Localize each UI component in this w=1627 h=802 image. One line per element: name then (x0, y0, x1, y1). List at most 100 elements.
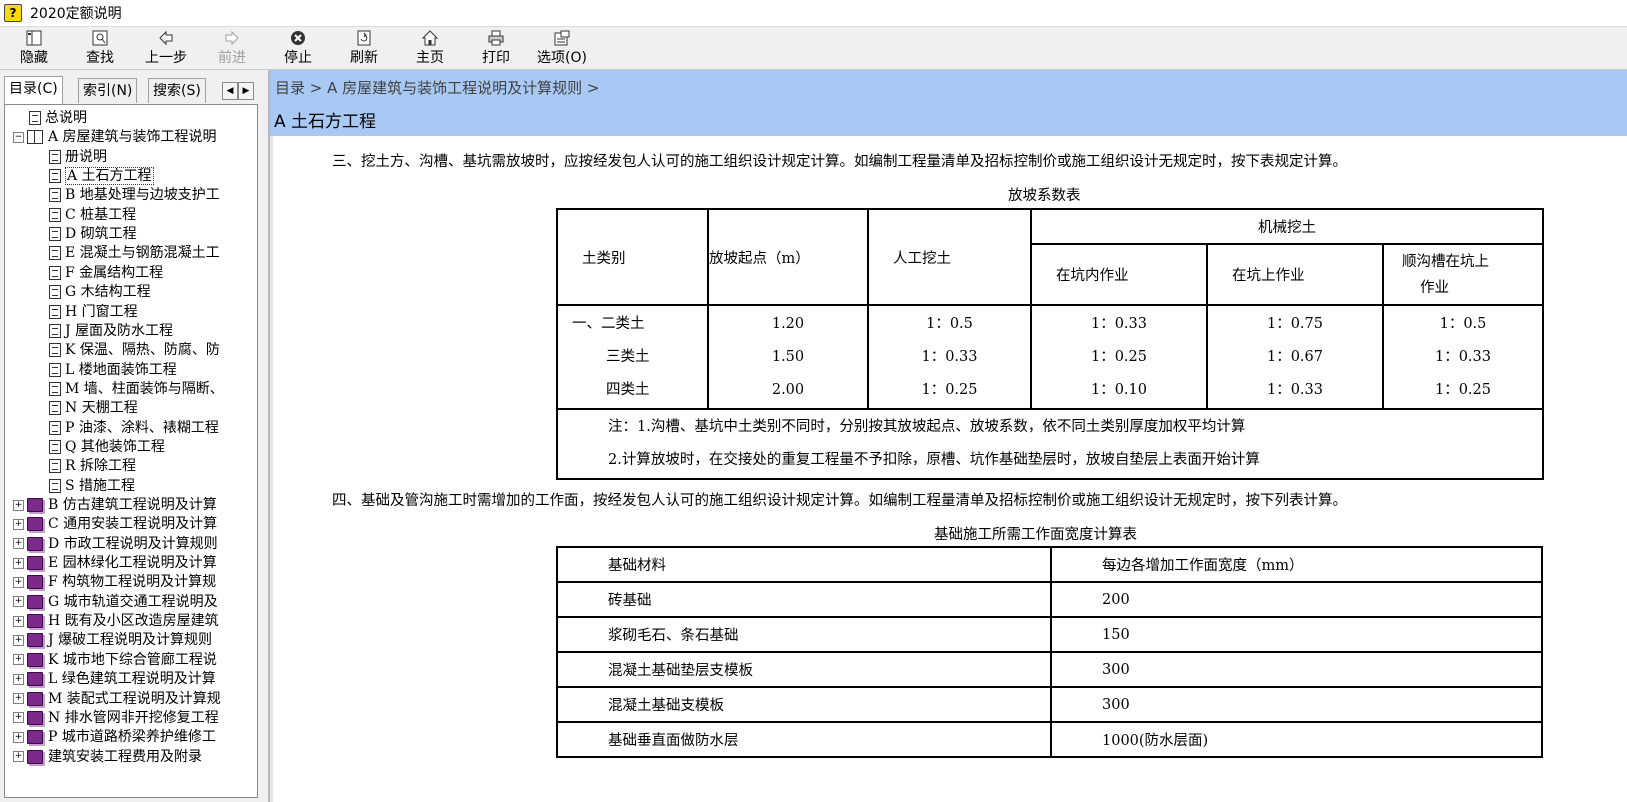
tab-contents[interactable]: 目录(C) (4, 76, 63, 104)
tree-node[interactable]: + P 城市道路桥梁养护维修工 (13, 728, 216, 747)
print-button[interactable]: 打印 (464, 27, 528, 69)
content-header: 目录 > A 房屋建筑与装饰工程说明及计算规则 > A 土石方工程 (270, 70, 1627, 136)
tree-node[interactable]: 总说明 (29, 109, 87, 128)
expand-icon[interactable]: + (13, 615, 24, 627)
tree-node[interactable]: S 措施工程 (49, 477, 135, 496)
collapse-icon[interactable]: − (13, 131, 24, 143)
tree-node-label: D 砌筑工程 (65, 226, 137, 243)
tab-search[interactable]: 搜索(S) (148, 78, 206, 103)
hide-button[interactable]: 隐藏 (2, 27, 66, 69)
header-in-pit: 在坑内作业 (1030, 243, 1208, 306)
book-icon (27, 556, 43, 571)
options-button[interactable]: 选项(O) (530, 27, 594, 69)
tree-node[interactable]: + B 仿古建筑工程说明及计算 (13, 496, 217, 515)
tree-node[interactable]: L 楼地面装饰工程 (49, 361, 177, 380)
tree-node[interactable]: M 墙、柱面装饰与隔断、 (49, 380, 224, 399)
tree-node[interactable]: + K 城市地下综合管廊工程说 (13, 651, 217, 670)
tree-node[interactable]: + H 既有及小区改造房屋建筑 (13, 612, 219, 631)
tree-node-label: 册说明 (65, 148, 107, 165)
page-icon (49, 188, 61, 203)
page-icon (49, 207, 61, 222)
tree-node[interactable]: R 拆除工程 (49, 457, 136, 476)
tree-node-label: K 保温、隔热、防腐、防 (65, 342, 220, 359)
book-icon (27, 730, 43, 745)
tab-scroll-left-icon[interactable]: ◀ (222, 82, 238, 100)
tree-node-label: F 金属结构工程 (65, 264, 164, 281)
tree-node[interactable]: G 木结构工程 (49, 283, 151, 302)
expand-icon[interactable]: + (13, 751, 24, 763)
expand-icon[interactable]: + (13, 499, 24, 511)
tree-node[interactable]: + F 构筑物工程说明及计算规 (13, 573, 216, 592)
expand-icon[interactable]: + (13, 596, 24, 608)
breadcrumb[interactable]: 目录 > A 房屋建筑与装饰工程说明及计算规则 > (275, 77, 599, 98)
tab-scroll-right-icon[interactable]: ▶ (238, 82, 254, 100)
tree-node[interactable]: + M 装配式工程说明及计算规 (13, 690, 221, 709)
header-foundation-material: 基础材料 (556, 546, 1052, 583)
tree-node[interactable]: P 油漆、涂料、裱糊工程 (49, 419, 219, 438)
tab-index[interactable]: 索引(N) (78, 78, 138, 103)
tree-node[interactable]: C 桩基工程 (49, 206, 136, 225)
expand-icon[interactable]: + (13, 731, 24, 743)
tree-node[interactable]: + D 市政工程说明及计算规则 (13, 535, 218, 554)
tree-node[interactable]: + J 爆破工程说明及计算规则 (13, 631, 212, 650)
tree-node[interactable]: H 门窗工程 (49, 303, 138, 322)
expand-icon[interactable]: + (13, 576, 24, 588)
expand-icon[interactable]: + (13, 673, 24, 685)
tree-node-label: M 墙、柱面装饰与隔断、 (65, 380, 224, 397)
expand-icon[interactable]: + (13, 518, 24, 530)
page-icon (49, 381, 61, 396)
tree-node[interactable]: + N 排水管网非开挖修复工程 (13, 709, 219, 728)
expand-icon[interactable]: + (13, 654, 24, 666)
tree-node[interactable]: N 天棚工程 (49, 399, 138, 418)
soil-type-column: 一、二类土 三类土 四类土 (556, 304, 709, 410)
content-pane: 目录 > A 房屋建筑与装饰工程说明及计算规则 > A 土石方工程 三、挖土方、… (270, 70, 1627, 802)
refresh-button[interactable]: 刷新 (332, 27, 396, 69)
tree-node[interactable]: A 土石方工程 (49, 167, 154, 186)
table-row: 砖基础 200 (556, 581, 1543, 618)
page-icon (49, 323, 61, 338)
stop-button[interactable]: 停止 (266, 27, 330, 69)
find-button[interactable]: 查找 (68, 27, 132, 69)
tree-node-label: A 土石方工程 (65, 167, 154, 186)
title-bar: ? 2020定额说明 (0, 0, 1627, 27)
tree-node[interactable]: − A 房屋建筑与装饰工程说明 (13, 128, 217, 147)
tree-node[interactable]: B 地基处理与边坡支护工 (49, 186, 220, 205)
page-icon (49, 401, 61, 416)
tree-node[interactable]: 册说明 (49, 148, 107, 167)
expand-icon[interactable]: + (13, 538, 24, 550)
page-icon (49, 478, 61, 493)
tree-node-label: J 爆破工程说明及计算规则 (48, 632, 213, 649)
manual-dig-column: 1：0.5 1：0.33 1：0.25 (867, 304, 1032, 410)
forward-button[interactable]: 前进 (200, 27, 264, 69)
tree-node[interactable]: F 金属结构工程 (49, 264, 163, 283)
header-on-pit: 在坑上作业 (1206, 243, 1384, 306)
on-pit-column: 1：0.75 1：0.67 1：0.33 (1206, 304, 1384, 410)
tree-node-label: N 排水管网非开挖修复工程 (48, 709, 219, 726)
expand-icon[interactable]: + (13, 712, 24, 724)
tree-node[interactable]: K 保温、隔热、防腐、防 (49, 341, 220, 360)
tree-node[interactable]: J 屋面及防水工程 (49, 322, 173, 341)
refresh-icon (332, 29, 396, 49)
home-button[interactable]: 主页 (398, 27, 462, 69)
contents-tree[interactable]: 总说明 − A 房屋建筑与装饰工程说明 册说明 A 土石方工程 B 地基处理与边坡支护工 C… (4, 104, 258, 798)
expand-icon[interactable]: + (13, 557, 24, 569)
tree-node[interactable]: D 砌筑工程 (49, 225, 137, 244)
expand-icon[interactable]: + (13, 634, 24, 646)
back-button[interactable]: 上一步 (134, 27, 198, 69)
along-trench-column: 1：0.5 1：0.33 1：0.25 (1382, 304, 1544, 410)
tree-node-label: E 混凝土与钢筋混凝土工 (65, 245, 220, 262)
tree-node[interactable]: + L 绿色建筑工程说明及计算 (13, 670, 216, 689)
tree-node-label: C 桩基工程 (65, 206, 137, 223)
tree-node[interactable]: Q 其他装饰工程 (49, 438, 165, 457)
tree-node[interactable]: + G 城市轨道交通工程说明及 (13, 593, 218, 612)
tree-node-label: E 园林绿化工程说明及计算 (48, 555, 217, 572)
expand-icon[interactable]: + (13, 693, 24, 704)
page-icon (49, 285, 61, 300)
tree-node[interactable]: + 建筑安装工程费用及附录 (13, 748, 202, 767)
tree-node[interactable]: + C 通用安装工程说明及计算 (13, 515, 217, 534)
tree-node-label: D 市政工程说明及计算规则 (48, 535, 218, 552)
tree-node[interactable]: E 混凝土与钢筋混凝土工 (49, 244, 220, 263)
slope-start-column: 1.20 1.50 2.00 (707, 304, 869, 410)
tree-node[interactable]: + E 园林绿化工程说明及计算 (13, 554, 217, 573)
page-icon (49, 459, 61, 474)
